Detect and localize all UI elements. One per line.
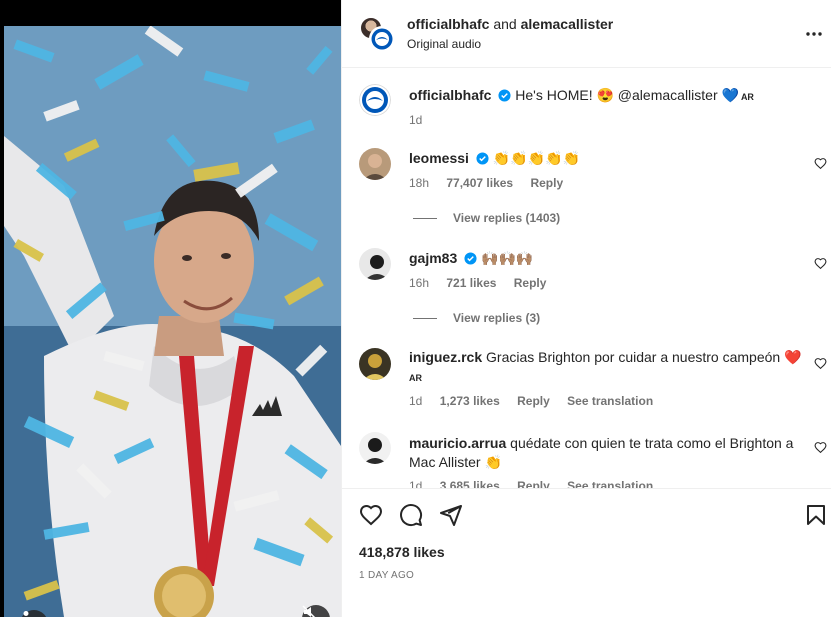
comment-meta: 16h 721 likes Reply [409,276,560,290]
flag-emoji: AR [409,373,422,383]
collab-avatars[interactable] [359,16,395,52]
share-paper-plane-icon[interactable] [439,503,463,527]
comment-item: mauricio.arrua quédate con quien te trat… [342,432,831,488]
comment-text: iniguez.rck Gracias Brighton por cuidar … [409,348,804,388]
like-comment-heart-icon[interactable] [814,357,827,370]
comment-body: 🙌🏽🙌🏽🙌🏽 [481,250,534,266]
replies-divider [413,317,437,319]
comment-time[interactable]: 18h [409,176,429,190]
verified-badge-icon [498,89,511,102]
caption: officialbhafc He's HOME! 😍 @alemacallist… [342,84,831,144]
comment-item: gajm83 🙌🏽🙌🏽🙌🏽 16h 721 likes Reply View r… [342,248,831,348]
see-translation-button[interactable]: See translation [567,394,653,408]
verified-badge-icon [476,152,489,165]
avatar[interactable] [359,348,391,380]
brighton-crest-icon [371,28,393,50]
reply-button[interactable]: Reply [517,394,550,408]
post-actions: 418,878 likes 1 DAY AGO [342,488,831,617]
comment-likes[interactable]: 1,273 likes [440,394,500,408]
comment-likes[interactable]: 3,685 likes [440,479,500,488]
comment-time[interactable]: 1d [409,479,422,488]
media-top-bar [0,0,341,26]
avatar-image [359,248,391,280]
avatar[interactable] [369,26,395,52]
comment-meta: 1d 1,273 likes Reply See translation [409,394,667,408]
comments-list[interactable]: officialbhafc He's HOME! 😍 @alemacallist… [342,68,831,488]
comment-username[interactable]: mauricio.arrua [409,435,506,451]
owner-username[interactable]: officialbhafc [407,16,489,32]
comment-likes[interactable]: 77,407 likes [446,176,513,190]
comment-meta: 18h 77,407 likes Reply [409,176,577,190]
avatar-image [359,432,391,464]
video-still [4,26,341,617]
comment-body: Gracias Brighton por cuidar a nuestro ca… [486,349,781,365]
reply-button[interactable]: Reply [517,479,550,488]
reply-button[interactable]: Reply [530,176,563,190]
comment-username[interactable]: iniguez.rck [409,349,482,365]
comment-likes[interactable]: 721 likes [446,276,496,290]
avatar[interactable] [359,84,391,116]
view-replies-button[interactable]: View replies (1403) [413,211,560,225]
verified-badge-icon [464,252,477,265]
comment-text: gajm83 🙌🏽🙌🏽🙌🏽 [409,249,809,268]
see-translation-button[interactable]: See translation [567,479,653,488]
blue-heart-emoji: 💙 [721,87,739,103]
view-replies-label: View replies (1403) [453,211,561,225]
caption-time[interactable]: 1d [409,113,422,127]
person-icon [23,611,29,616]
caption-username[interactable]: officialbhafc [409,87,491,103]
post-owners: officialbhafc and alemacallister [407,16,613,32]
comment-item: leomessi 👏👏👏👏👏 18h 77,407 likes Reply Vi… [342,148,831,248]
like-comment-heart-icon[interactable] [814,157,827,170]
comment-text: mauricio.arrua quédate con quien te trat… [409,434,804,472]
comment-body: 👏👏👏👏👏 [492,150,580,166]
comment-time[interactable]: 1d [409,394,422,408]
post-date[interactable]: 1 DAY AGO [359,570,414,581]
comment-username[interactable]: gajm83 [409,250,457,266]
avatar-image [359,348,391,380]
comment-item: iniguez.rck Gracias Brighton por cuidar … [342,348,831,438]
view-replies-label: View replies (3) [453,311,541,325]
comment-text: leomessi 👏👏👏👏👏 [409,149,809,168]
view-replies-button[interactable]: View replies (3) [413,311,540,325]
brighton-crest-icon [359,84,391,116]
caption-meta: 1d [409,113,436,127]
like-heart-icon[interactable] [359,503,383,527]
video-frame[interactable] [4,26,341,617]
post-likes-count[interactable]: 418,878 likes [359,544,445,560]
comment-username[interactable]: leomessi [409,150,469,166]
caption-text: officialbhafc He's HOME! 😍 @alemacallist… [409,86,809,107]
post-media[interactable] [0,0,341,617]
avatar[interactable] [359,148,391,180]
caption-body: He's HOME! 😍 @alemacallister [515,87,718,103]
red-heart-emoji: ❤️ [784,349,802,365]
owner-joiner: and [493,16,517,32]
post-header: officialbhafc and alemacallister Origina… [342,0,831,68]
comment-time[interactable]: 16h [409,276,429,290]
avatar[interactable] [359,248,391,280]
replies-divider [413,217,437,219]
avatar[interactable] [359,432,391,464]
save-bookmark-icon[interactable] [804,503,828,527]
comment-bubble-icon[interactable] [399,503,423,527]
post-details-panel: officialbhafc and alemacallister Origina… [341,0,831,617]
reply-button[interactable]: Reply [514,276,547,290]
audio-label[interactable]: Original audio [407,37,481,51]
speaker-muted-icon [302,605,316,617]
comment-meta: 1d 3,685 likes Reply See translation [409,479,667,488]
more-options-icon[interactable] [804,24,824,44]
like-comment-heart-icon[interactable] [814,257,827,270]
collaborator-username[interactable]: alemacallister [521,16,614,32]
avatar-image [359,148,391,180]
flag-emoji: AR [740,92,754,102]
like-comment-heart-icon[interactable] [814,441,827,454]
